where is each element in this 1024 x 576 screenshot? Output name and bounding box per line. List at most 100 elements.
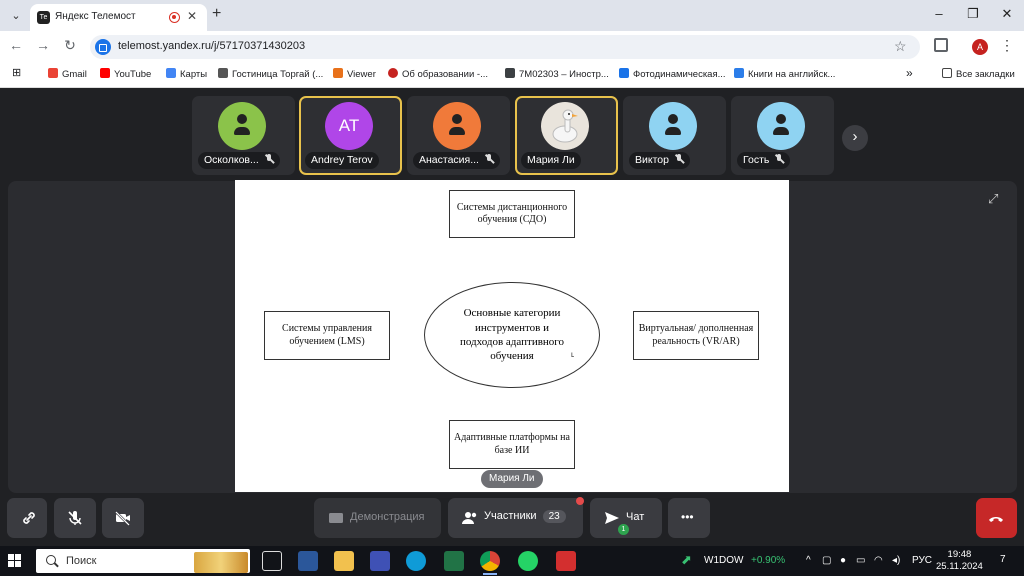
copy-link-button[interactable]	[7, 498, 47, 538]
notification-count: 7	[1000, 554, 1006, 565]
mic-off-icon	[484, 154, 494, 164]
bookmark-maps[interactable]: Карты	[166, 68, 207, 80]
bookmarks-overflow[interactable]: »	[906, 66, 913, 80]
clock-date: 25.11.2024	[936, 561, 983, 572]
browser-tab-strip: ⌄ Те Яндекс Телемост ✕ + – ❐ ✕	[0, 0, 1024, 31]
microphone-toggle-button[interactable]	[54, 498, 96, 538]
browser-menu-icon[interactable]: ⋮	[1000, 37, 1014, 54]
reload-icon[interactable]: ↻	[60, 37, 80, 54]
tab-close-icon[interactable]: ✕	[187, 9, 197, 23]
participant-tile[interactable]: Виктор	[623, 96, 726, 175]
apps-grid-icon[interactable]: ⊞	[12, 66, 21, 79]
site-info-icon[interactable]	[95, 39, 111, 55]
back-arrow-icon[interactable]: ←	[6, 37, 26, 53]
more-icon: •••	[681, 510, 694, 524]
next-participants-chevron-icon[interactable]: ›	[842, 125, 868, 151]
search-icon	[46, 555, 56, 565]
fullscreen-expand-icon[interactable]: ⤢	[988, 191, 998, 207]
forward-arrow-icon[interactable]: →	[33, 37, 53, 53]
url-text[interactable]: telemost.yandex.ru/j/57170371430203	[118, 40, 305, 52]
mic-off-icon	[674, 154, 684, 164]
windows-start-icon[interactable]	[8, 554, 22, 568]
bird-icon	[505, 68, 515, 78]
omnibox[interactable]: telemost.yandex.ru/j/57170371430203 ☆	[90, 35, 920, 59]
participant-tile[interactable]: Осколков...	[192, 96, 295, 175]
avatar	[433, 102, 481, 150]
profile-avatar[interactable]: А	[972, 39, 988, 55]
bookmark-star-icon[interactable]: ☆	[894, 38, 907, 55]
tray-app-icon[interactable]: ▢	[822, 555, 831, 566]
browser-tab[interactable]: Те Яндекс Телемост ✕	[30, 4, 207, 31]
whatsapp-icon[interactable]	[518, 551, 538, 571]
participant-tile[interactable]: Мария Ли	[515, 96, 618, 175]
leave-call-button[interactable]	[976, 498, 1017, 538]
clock-time: 19:48	[947, 549, 972, 560]
viewer-icon	[333, 68, 343, 78]
excel-icon[interactable]	[444, 551, 464, 571]
screen-share-button[interactable]: Демонстрация	[314, 498, 441, 538]
bookmark-viewer[interactable]: Viewer	[333, 68, 376, 80]
shared-slide: Системы дистанционного обучения (СДО) Си…	[235, 180, 789, 492]
volume-icon[interactable]: ◂)	[892, 555, 900, 566]
participants-icon	[462, 512, 477, 524]
participant-tile[interactable]: Гость	[731, 96, 834, 175]
taskbar-search-box[interactable]: Поиск	[36, 549, 250, 573]
task-view-icon[interactable]	[262, 551, 282, 571]
word-icon[interactable]	[298, 551, 318, 571]
participants-count-badge: 23	[542, 510, 566, 523]
send-icon	[605, 512, 619, 524]
bookmark-education[interactable]: Об образовании -...	[388, 68, 488, 80]
bookmark-english-books[interactable]: Книги на английск...	[734, 68, 835, 80]
participants-button[interactable]: Участники 23	[448, 498, 583, 538]
search-icon	[388, 68, 398, 78]
system-clock[interactable]: 19:48 25.11.2024	[936, 549, 983, 573]
hang-up-icon	[989, 517, 1003, 522]
more-options-button[interactable]: •••	[668, 498, 710, 538]
bookmark-7m02303[interactable]: 7M02303 – Иностр...	[505, 68, 609, 80]
restore-icon[interactable]: ❐	[962, 6, 984, 22]
save-app-icon[interactable]	[370, 551, 390, 571]
person-icon	[234, 114, 250, 138]
bookmark-gmail[interactable]: Gmail	[48, 68, 87, 80]
avatar	[218, 102, 266, 150]
window-close-icon[interactable]: ✕	[996, 6, 1018, 22]
camera-toggle-button[interactable]	[102, 498, 144, 538]
ticker-symbol[interactable]: W1DOW	[704, 555, 743, 566]
minimize-icon[interactable]: –	[928, 6, 950, 21]
bookmark-hotel[interactable]: Гостиница Торгай (...	[218, 68, 323, 80]
ticker-change: +0.90%	[751, 555, 786, 566]
bookmark-photodynamic[interactable]: Фотодинамическая...	[619, 68, 726, 80]
tray-expand-icon[interactable]: ^	[806, 555, 811, 566]
wifi-icon[interactable]: ◠	[874, 555, 883, 566]
extensions-icon[interactable]	[934, 38, 948, 52]
screen-share-label: Демонстрация	[350, 511, 425, 523]
file-explorer-icon[interactable]	[334, 551, 354, 571]
participant-name: Виктор	[629, 152, 690, 169]
participant-name: Анастасия...	[413, 152, 500, 169]
mic-off-icon	[774, 154, 784, 164]
tab-title: Яндекс Телемост	[55, 11, 136, 22]
chat-unread-badge: 1	[618, 524, 629, 535]
mic-icon[interactable]: ●	[840, 555, 846, 566]
chrome-icon[interactable]	[480, 551, 500, 571]
maps-icon	[166, 68, 176, 78]
avatar: AT	[325, 102, 373, 150]
notification-center-icon[interactable]: 7	[1000, 554, 1006, 565]
language-indicator[interactable]: РУС	[912, 555, 932, 566]
tab-search-chevron-icon[interactable]: ⌄	[6, 6, 26, 26]
link-icon	[23, 512, 35, 524]
participant-name: Осколков...	[198, 152, 280, 169]
stock-chart-icon: ⬈	[681, 552, 692, 567]
slide-box-right: Виртуальная/ дополненная реальность (VR/…	[633, 311, 759, 360]
new-tab-button[interactable]: +	[212, 5, 221, 23]
battery-icon[interactable]: ▭	[856, 555, 865, 566]
pdf-reader-icon[interactable]	[556, 551, 576, 571]
notification-dot	[576, 497, 584, 505]
recording-icon	[169, 12, 180, 23]
mic-off-icon	[68, 511, 82, 525]
edge-icon[interactable]	[406, 551, 426, 571]
participant-tile[interactable]: AT Andrey Terov	[299, 96, 402, 175]
bookmark-youtube[interactable]: YouTube	[100, 68, 151, 80]
all-bookmarks[interactable]: Все закладки	[942, 68, 1015, 80]
participant-tile[interactable]: Анастасия...	[407, 96, 510, 175]
